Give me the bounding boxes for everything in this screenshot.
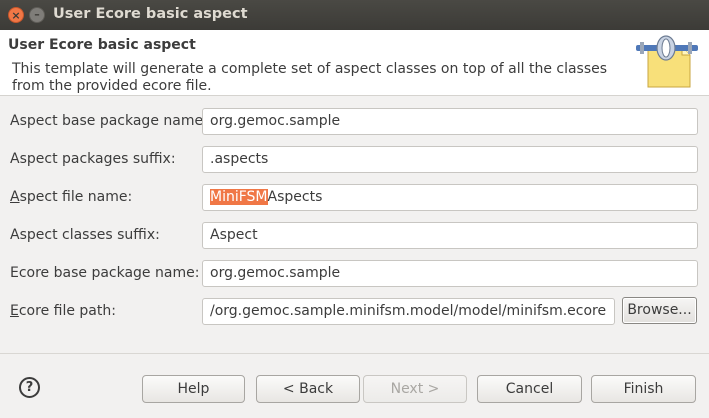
footer-separator bbox=[0, 353, 709, 354]
ecore-base-package-label: Ecore base package name: bbox=[10, 265, 200, 281]
label-text: spect file name: bbox=[19, 189, 133, 205]
aspect-packages-suffix-input[interactable]: .aspects bbox=[202, 146, 698, 173]
next-button[interactable]: Next > bbox=[363, 375, 467, 403]
aspect-classes-suffix-label: Aspect classes suffix: bbox=[10, 227, 160, 243]
finish-button[interactable]: Finish bbox=[591, 375, 696, 403]
selected-text: MiniFSM bbox=[210, 189, 268, 205]
label-text: core file path: bbox=[18, 303, 116, 319]
ecore-file-path-input[interactable]: /org.gemoc.sample.minifsm.model/model/mi… bbox=[202, 298, 615, 325]
wizard-page-description: This template will generate a complete s… bbox=[12, 61, 608, 94]
aspect-file-name-input[interactable]: MiniFSMAspects bbox=[202, 184, 698, 211]
aspect-base-package-label: Aspect base package name: bbox=[10, 113, 208, 129]
form-row-classes-suffix: Aspect classes suffix: Aspect bbox=[0, 222, 709, 249]
wizard-header: User Ecore basic aspect This template wi… bbox=[0, 30, 709, 96]
window-title: User Ecore basic aspect bbox=[53, 6, 248, 22]
form-row-ecore-path: Ecore file path: /org.gemoc.sample.minif… bbox=[0, 297, 709, 325]
help-icon[interactable]: ? bbox=[19, 377, 40, 398]
label-mnemonic: A bbox=[10, 189, 20, 205]
back-button[interactable]: < Back bbox=[256, 375, 360, 403]
form-row-packages-suffix: Aspect packages suffix: .aspects bbox=[0, 146, 709, 173]
form-row-ecore-package: Ecore base package name: org.gemoc.sampl… bbox=[0, 260, 709, 287]
label-mnemonic: E bbox=[10, 303, 19, 319]
form-row-file-name: Aspect file name: MiniFSMAspects bbox=[0, 184, 709, 211]
wizard-page-title: User Ecore basic aspect bbox=[8, 37, 196, 53]
aspect-file-name-label: Aspect file name: bbox=[10, 189, 132, 205]
wizard-banner-icon bbox=[636, 35, 698, 88]
close-icon[interactable]: × bbox=[8, 7, 24, 23]
cancel-button[interactable]: Cancel bbox=[477, 375, 582, 403]
minimize-icon[interactable]: – bbox=[29, 7, 45, 23]
window-titlebar: × – User Ecore basic aspect bbox=[0, 0, 709, 30]
browse-button[interactable]: Browse... bbox=[622, 297, 697, 324]
ecore-file-path-label: Ecore file path: bbox=[10, 303, 116, 319]
unselected-text: Aspects bbox=[267, 189, 323, 205]
aspect-classes-suffix-input[interactable]: Aspect bbox=[202, 222, 698, 249]
help-button[interactable]: Help bbox=[142, 375, 245, 403]
aspect-packages-suffix-label: Aspect packages suffix: bbox=[10, 151, 176, 167]
form-row-base-package: Aspect base package name: org.gemoc.samp… bbox=[0, 108, 709, 135]
ecore-base-package-input[interactable]: org.gemoc.sample bbox=[202, 260, 698, 287]
aspect-base-package-input[interactable]: org.gemoc.sample bbox=[202, 108, 698, 135]
